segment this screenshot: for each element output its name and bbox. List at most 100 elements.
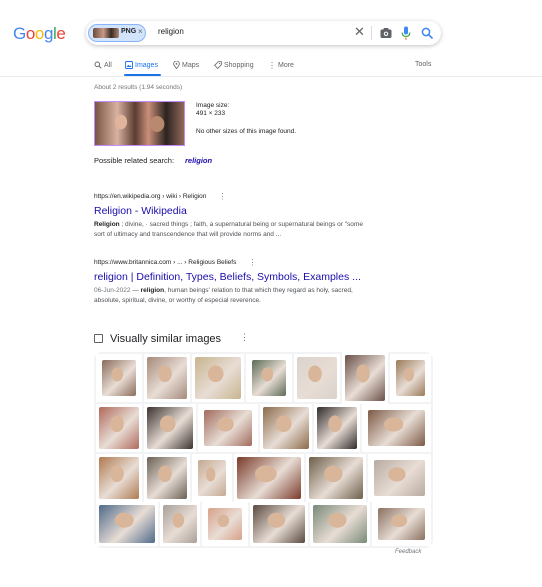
similar-image-tile[interactable] — [144, 354, 190, 402]
search-icon[interactable] — [421, 27, 433, 39]
similar-image-thumbnail — [297, 357, 337, 399]
similar-image-thumbnail — [163, 505, 197, 543]
snippet-dash: — — [130, 287, 141, 294]
similar-image-tile[interactable] — [202, 502, 248, 546]
logo-letter: e — [56, 24, 66, 43]
tab-label: All — [104, 61, 112, 69]
logo-letter: o — [34, 24, 44, 43]
tab-more[interactable]: ⋮ More — [268, 61, 294, 70]
similar-image-tile[interactable] — [144, 454, 190, 502]
chip-close-icon[interactable]: × — [138, 27, 143, 36]
similar-image-tile[interactable] — [96, 354, 142, 402]
result-stats: About 2 results (1.94 seconds) — [94, 84, 183, 91]
clear-icon[interactable]: ✕ — [354, 25, 365, 38]
similar-image-tile[interactable] — [368, 454, 431, 502]
chip-label: PNG — [121, 28, 137, 35]
tab-label: Maps — [182, 61, 200, 69]
logo-letter: o — [25, 24, 35, 43]
tools-button[interactable]: Tools — [415, 61, 431, 68]
similar-image-tile[interactable] — [306, 454, 366, 502]
search-input[interactable]: religion — [158, 27, 184, 36]
similar-image-tile[interactable] — [250, 502, 308, 546]
more-options-icon[interactable]: ⋮ — [240, 332, 249, 343]
result-options-icon[interactable]: ⋮ — [248, 258, 256, 267]
similar-image-thumbnail — [198, 460, 226, 496]
chip-thumbnail — [93, 28, 119, 38]
similar-image-thumbnail — [378, 508, 425, 540]
tab-all[interactable]: All — [94, 61, 112, 69]
similar-image-thumbnail — [309, 457, 363, 499]
image-size-value: 491 × 233 — [196, 110, 226, 117]
result-title[interactable]: religion | Definition, Types, Beliefs, S… — [94, 271, 361, 283]
result-title[interactable]: Religion - Wikipedia — [94, 205, 187, 217]
other-sizes-text: No other sizes of this image found. — [196, 128, 297, 135]
similar-image-thumbnail — [313, 505, 367, 543]
similar-image-tile[interactable] — [372, 502, 431, 546]
image-query-chip[interactable]: PNG × — [88, 24, 146, 42]
similar-image-tile[interactable] — [390, 354, 431, 402]
similar-image-tile[interactable] — [314, 404, 360, 452]
related-search-link[interactable]: religion — [185, 156, 212, 165]
similar-image-tile[interactable] — [144, 404, 196, 452]
similar-image-tile[interactable] — [96, 502, 158, 546]
similar-image-thumbnail — [204, 410, 252, 446]
similar-image-tile[interactable] — [342, 352, 388, 404]
similar-image-tile[interactable] — [246, 354, 292, 402]
tab-label: Images — [135, 61, 158, 69]
similar-image-tile[interactable] — [96, 454, 142, 502]
similar-image-thumbnail — [368, 410, 425, 446]
logo-letter: g — [43, 24, 54, 43]
similar-image-tile[interactable] — [192, 454, 232, 502]
similar-image-thumbnail — [253, 505, 305, 543]
snippet-text: absolute, spiritual, divine, or worthy o… — [94, 297, 261, 304]
tab-label: Shopping — [224, 61, 254, 69]
similar-image-tile[interactable] — [310, 502, 370, 546]
result-options-icon[interactable]: ⋮ — [218, 192, 226, 201]
similar-image-tile[interactable] — [234, 454, 304, 502]
similar-image-thumbnail — [396, 360, 425, 396]
result-cite-row: https://www.britannica.com › ... › Relig… — [94, 258, 256, 267]
result-date: 06-Jun-2022 — [94, 287, 131, 294]
similar-images-grid — [94, 352, 433, 548]
image-icon — [94, 334, 103, 343]
similar-image-thumbnail — [263, 407, 309, 449]
search-icon — [94, 61, 102, 69]
tabs-divider — [0, 76, 542, 77]
similar-image-thumbnail — [252, 360, 286, 396]
tab-shopping[interactable]: Shopping — [214, 61, 254, 69]
similar-image-tile[interactable] — [294, 354, 340, 402]
query-image-thumbnail[interactable] — [94, 101, 185, 146]
similar-image-tile[interactable] — [192, 354, 244, 402]
result-cite[interactable]: https://en.wikipedia.org › wiki › Religi… — [94, 193, 206, 200]
result-cite-row: https://en.wikipedia.org › wiki › Religi… — [94, 192, 226, 201]
feedback-link[interactable]: Feedback — [395, 549, 421, 555]
search-divider — [371, 26, 372, 40]
similar-image-tile[interactable] — [198, 404, 258, 452]
tab-images[interactable]: Images — [125, 61, 158, 69]
similar-image-thumbnail — [317, 407, 357, 449]
similar-image-thumbnail — [195, 357, 241, 399]
snippet-text: ; divine, · sacred things ; faith, a sup… — [119, 221, 363, 228]
similar-image-thumbnail — [99, 457, 139, 499]
tab-maps[interactable]: Maps — [173, 61, 199, 69]
map-pin-icon — [173, 61, 180, 69]
similar-image-tile[interactable] — [96, 404, 142, 452]
camera-icon[interactable] — [380, 27, 392, 39]
similar-image-tile[interactable] — [260, 404, 312, 452]
similar-images-heading: Visually similar images — [110, 333, 222, 345]
snippet-keyword: religion — [140, 287, 165, 294]
similar-image-tile[interactable] — [160, 502, 200, 546]
result-cite[interactable]: https://www.britannica.com › ... › Relig… — [94, 259, 236, 266]
snippet-text: , human beings' relation to that which t… — [164, 287, 353, 294]
logo-letter: G — [13, 24, 26, 43]
more-dots-icon: ⋮ — [268, 61, 276, 70]
similar-image-thumbnail — [99, 407, 139, 449]
mic-icon[interactable] — [401, 26, 411, 40]
similar-image-thumbnail — [345, 355, 385, 401]
image-icon — [125, 61, 133, 69]
similar-image-thumbnail — [99, 505, 155, 543]
similar-image-tile[interactable] — [362, 404, 431, 452]
similar-image-thumbnail — [147, 407, 193, 449]
tag-icon — [214, 61, 222, 69]
google-logo[interactable]: Google — [13, 24, 66, 44]
